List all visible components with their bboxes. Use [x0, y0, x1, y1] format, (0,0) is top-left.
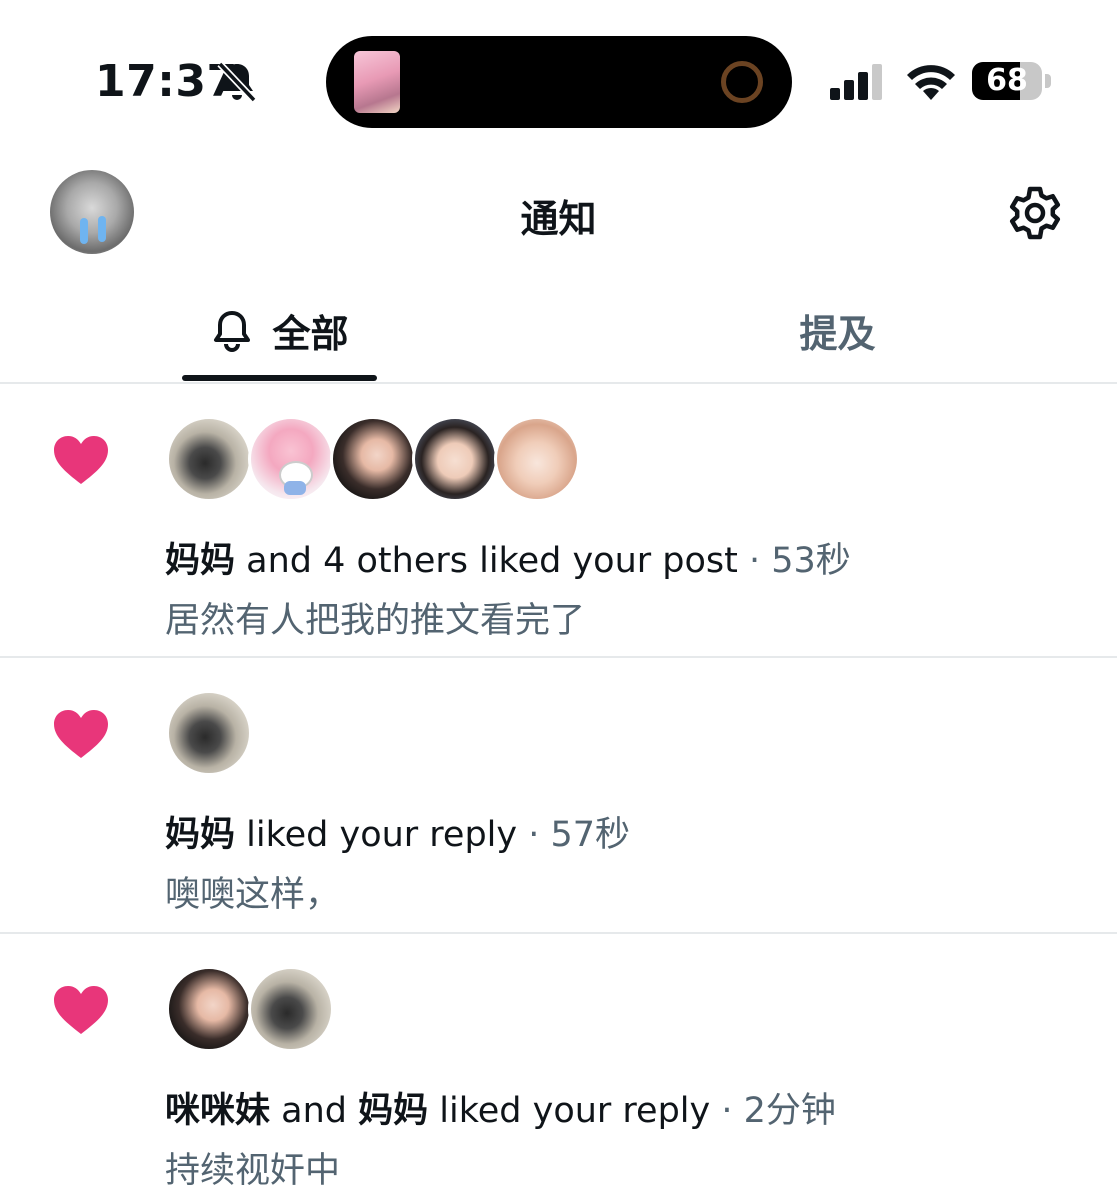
avatar[interactable] [494, 416, 580, 502]
notification-text: 妈妈 liked your reply · 57秒 [165, 806, 630, 857]
avatar[interactable] [248, 416, 334, 502]
gear-icon[interactable] [1006, 184, 1064, 242]
notification-item[interactable]: 妈妈 and 4 others liked your post · 53秒 居然… [0, 382, 1117, 658]
notification-action: liked your reply [235, 815, 518, 855]
avatar[interactable] [248, 966, 334, 1052]
header: 通知 [0, 150, 1117, 280]
dynamic-island[interactable] [326, 36, 792, 128]
notification-item[interactable]: 咪咪妹 and 妈妈 liked your reply · 2分钟 持续视奸中 [0, 934, 1117, 1200]
now-playing-artwork [354, 51, 400, 113]
notification-time: · 57秒 [517, 815, 631, 855]
tab-mentions-label: 提及 [799, 311, 876, 356]
avatar[interactable] [166, 416, 252, 502]
notification-time: · 53秒 [737, 541, 851, 581]
heart-icon [54, 710, 108, 758]
battery-percent: 68 [986, 63, 1028, 98]
cellular-signal-icon [830, 64, 882, 100]
tab-bar: 全部 提及 [0, 280, 1117, 384]
status-bar: 17:37 68 [0, 0, 1117, 140]
notification-action: and 4 others liked your post [235, 541, 738, 581]
actor-name[interactable]: 妈妈 [358, 1091, 428, 1131]
post-snippet: 持续视奸中 [165, 1151, 341, 1191]
heart-icon [54, 436, 108, 484]
heart-icon [54, 986, 108, 1034]
actor-name[interactable]: 妈妈 [165, 541, 235, 581]
actor-name[interactable]: 妈妈 [165, 815, 235, 855]
activity-ring-icon [721, 61, 763, 103]
avatar[interactable] [166, 690, 252, 776]
notification-item[interactable]: 妈妈 liked your reply · 57秒 噢噢这样， [0, 658, 1117, 934]
actor-name[interactable]: 咪咪妹 [165, 1091, 270, 1131]
notification-text: 咪咪妹 and 妈妈 liked your reply · 2分钟 [165, 1082, 836, 1133]
tab-mentions[interactable]: 提及 [740, 280, 935, 380]
avatar[interactable] [330, 416, 416, 502]
post-snippet: 噢噢这样， [165, 875, 341, 915]
post-snippet: 居然有人把我的推文看完了 [165, 601, 586, 641]
notification-time: · 2分钟 [710, 1091, 836, 1131]
battery-icon: 68 [972, 62, 1052, 102]
bell-icon [214, 311, 251, 352]
wifi-icon [907, 65, 955, 100]
avatar[interactable] [166, 966, 252, 1052]
page-title: 通知 [520, 197, 597, 241]
bell-slash-icon [217, 61, 257, 103]
active-tab-indicator [182, 375, 377, 381]
notification-conjunction: and [270, 1091, 359, 1131]
tab-all-label: 全部 [272, 311, 349, 356]
notification-action: liked your reply [428, 1091, 711, 1131]
tab-all[interactable]: 全部 [182, 280, 377, 380]
avatar[interactable] [412, 416, 498, 502]
notification-text: 妈妈 and 4 others liked your post · 53秒 [165, 532, 851, 583]
